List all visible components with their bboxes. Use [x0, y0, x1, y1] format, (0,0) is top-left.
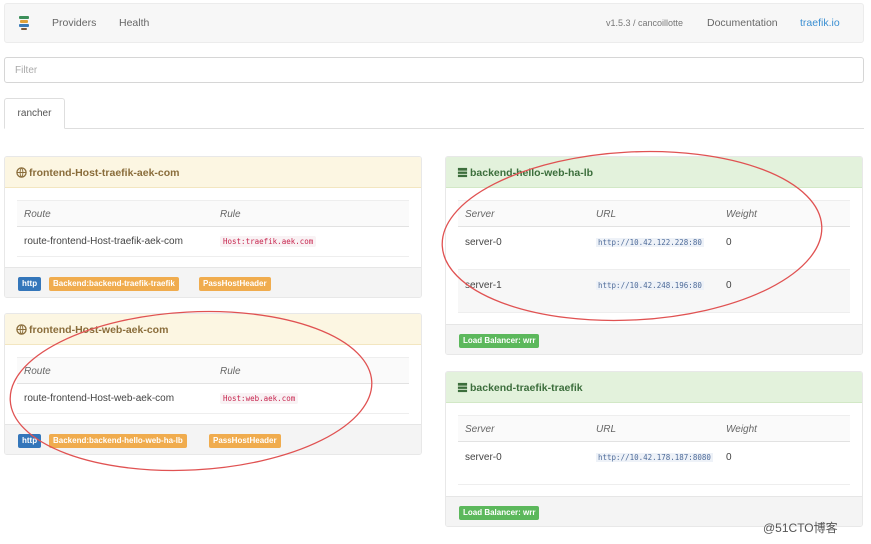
version-label: v1.5.3 / cancoillotte — [606, 18, 684, 28]
frontend-panel: frontend-Host-traefik-aek-com Route Rule… — [4, 156, 422, 298]
weight-cell: 0 — [726, 237, 732, 248]
route-cell: route-frontend-Host-traefik-aek-com — [24, 236, 183, 247]
globe-icon — [16, 324, 27, 335]
rule-cell: Host:traefik.aek.com — [220, 236, 317, 247]
column-header-rule: Rule — [220, 209, 241, 220]
tabs-divider — [4, 128, 864, 129]
route-cell: route-frontend-Host-web-aek-com — [24, 393, 175, 404]
panel-header: backend-traefik-traefik — [446, 372, 862, 403]
weight-cell: 0 — [726, 452, 732, 463]
url-cell: http://10.42.122.228:80 — [596, 236, 714, 250]
url-text: http://10.42.248.196:80 — [596, 281, 704, 290]
frontend-panel: frontend-Host-web-aek-com Route Rule rou… — [4, 313, 422, 455]
column-header-route: Route — [24, 366, 51, 377]
table-header: Server URL Weight — [458, 415, 850, 442]
backend-badge: Backend:backend-traefik-traefik — [49, 277, 179, 291]
column-header-route: Route — [24, 209, 51, 220]
table-row: route-frontend-Host-traefik-aek-com Host… — [17, 227, 409, 257]
load-balancer-badge: Load Balancer: wrr — [459, 506, 540, 520]
panel-footer: http Backend:backend-traefik-traefik Pas… — [5, 267, 421, 297]
table-row: route-frontend-Host-web-aek-com Host:web… — [17, 384, 409, 414]
backend-badge: Backend:backend-hello-web-ha-lb — [49, 434, 187, 448]
column-header-server: Server — [465, 424, 495, 435]
column-header-server: Server — [465, 209, 495, 220]
url-cell: http://10.42.248.196:80 — [596, 279, 714, 293]
column-header-rule: Rule — [220, 366, 241, 377]
entrypoint-badge: http — [18, 277, 42, 291]
panel-header: frontend-Host-traefik-aek-com — [5, 157, 421, 188]
entrypoint-badge: http — [18, 434, 42, 448]
url-text: http://10.42.122.228:80 — [596, 238, 704, 247]
backend-panel: backend-hello-web-ha-lb Server URL Weigh… — [445, 156, 863, 355]
url-text: http://10.42.178.187:8080 — [596, 453, 713, 462]
globe-icon — [16, 167, 27, 178]
panel-title: backend-hello-web-ha-lb — [470, 167, 594, 179]
passhostheader-badge: PassHostHeader — [199, 277, 271, 291]
panel-footer: Load Balancer: wrr — [446, 324, 862, 354]
panel-footer: http Backend:backend-hello-web-ha-lb Pas… — [5, 424, 421, 454]
column-header-weight: Weight — [726, 424, 757, 435]
rule-cell: Host:web.aek.com — [220, 393, 299, 404]
server-icon — [457, 382, 468, 393]
panel-header: backend-hello-web-ha-lb — [446, 157, 862, 188]
table-row: server-0 http://10.42.122.228:80 0 — [458, 227, 850, 270]
server-cell: server-0 — [465, 237, 502, 248]
server-cell: server-1 — [465, 280, 502, 291]
weight-cell: 0 — [726, 280, 732, 291]
url-cell: http://10.42.178.187:8080 — [596, 451, 714, 465]
filter-input[interactable] — [4, 57, 864, 83]
table-row: server-1 http://10.42.248.196:80 0 — [458, 270, 850, 313]
server-icon — [457, 167, 468, 178]
table-header: Server URL Weight — [458, 200, 850, 227]
table-header: Route Rule — [17, 357, 409, 384]
panel-title: backend-traefik-traefik — [470, 382, 583, 394]
table-row: server-0 http://10.42.178.187:8080 0 — [458, 442, 850, 485]
watermark-text: @51CTO博客 — [763, 521, 838, 535]
tab-rancher[interactable]: rancher — [4, 98, 65, 129]
panel-title: frontend-Host-traefik-aek-com — [29, 167, 180, 179]
column-header-weight: Weight — [726, 209, 757, 220]
top-navbar: Providers Health v1.5.3 / cancoillotte D… — [4, 3, 864, 43]
nav-documentation-link[interactable]: Documentation — [707, 17, 778, 29]
load-balancer-badge: Load Balancer: wrr — [459, 334, 540, 348]
nav-providers-link[interactable]: Providers — [52, 17, 96, 29]
nav-traefik-io-link[interactable]: traefik.io — [800, 17, 840, 29]
backend-panel: backend-traefik-traefik Server URL Weigh… — [445, 371, 863, 527]
traefik-logo-icon[interactable] — [17, 15, 31, 31]
panel-header: frontend-Host-web-aek-com — [5, 314, 421, 345]
column-header-url: URL — [596, 424, 617, 435]
server-cell: server-0 — [465, 452, 502, 463]
table-header: Route Rule — [17, 200, 409, 227]
passhostheader-badge: PassHostHeader — [209, 434, 281, 448]
panel-title: frontend-Host-web-aek-com — [29, 324, 169, 336]
column-header-url: URL — [596, 209, 617, 220]
nav-health-link[interactable]: Health — [119, 17, 149, 29]
